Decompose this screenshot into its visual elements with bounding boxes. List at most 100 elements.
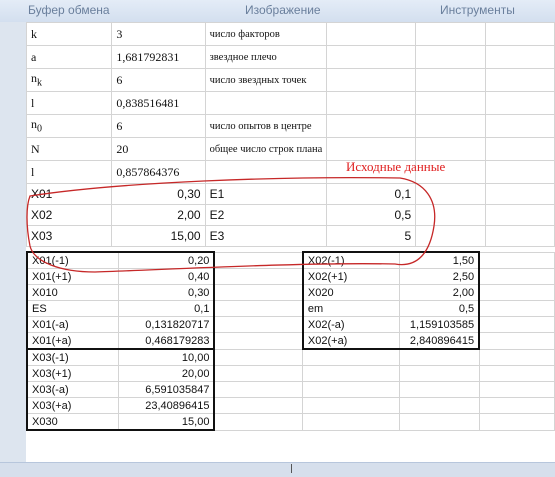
param-name-sub: k [37, 77, 42, 89]
status-marker [291, 464, 292, 473]
left-level-value[interactable]: 0,40 [118, 268, 216, 285]
status-bar [0, 462, 555, 477]
param-row: k 3 число факторов [26, 22, 555, 46]
right-level-label[interactable]: X02(-1) [301, 251, 401, 269]
ribbon-group-image[interactable]: Изображение [245, 3, 321, 17]
right-level-value[interactable]: 0,5 [399, 300, 481, 317]
input-x-value[interactable]: 15,00 [111, 225, 206, 247]
param-value[interactable]: 3 [111, 22, 206, 46]
level-row: X03(+a) 23,40896415 [26, 397, 555, 414]
left-level-label[interactable]: ES [26, 300, 120, 317]
param-desc[interactable]: число звездных точек [204, 68, 328, 92]
left-level-value[interactable]: 10,00 [118, 348, 216, 366]
annotation-label: Исходные данные [346, 159, 446, 174]
left-level-value[interactable]: 23,40896415 [118, 397, 216, 414]
left-level-value[interactable]: 0,1 [118, 300, 216, 317]
level-row: X03(-a) 6,591035847 [26, 381, 555, 398]
param-desc[interactable]: звездное плечо [204, 45, 328, 69]
input-x-value[interactable]: 0,30 [111, 183, 206, 205]
ribbon-group-tools[interactable]: Инструменты [440, 3, 515, 17]
right-level-label[interactable]: em [301, 300, 401, 317]
input-x-label[interactable]: X02 [26, 204, 113, 226]
row-header-strip [0, 22, 27, 462]
input-e-value[interactable]: 0,5 [326, 204, 417, 226]
param-row: N 20 общее число строк плана [26, 137, 555, 161]
input-x-value[interactable]: 2,00 [111, 204, 206, 226]
param-value[interactable]: 0,838516481 [111, 91, 206, 115]
left-level-value[interactable]: 15,00 [118, 413, 216, 431]
left-level-label[interactable]: X03(+1) [26, 365, 120, 382]
param-row: n0 6 число опытов в центре [26, 114, 555, 138]
param-desc[interactable] [204, 160, 328, 184]
input-e-label[interactable]: E3 [204, 225, 328, 247]
left-level-label[interactable]: X01(+a) [26, 332, 120, 350]
right-level-label[interactable]: X02(-a) [301, 316, 401, 333]
left-level-label[interactable]: X01(+1) [26, 268, 120, 285]
input-e-value[interactable]: 0,1 [326, 183, 417, 205]
input-e-label[interactable]: E2 [204, 204, 328, 226]
computed-levels-table: X01(-1) 0,20 X02(-1) 1,50 X01(+1) 0,40 X… [26, 251, 555, 431]
param-row: nk 6 число звездных точек [26, 68, 555, 92]
right-level-value[interactable]: 1,159103585 [399, 316, 481, 333]
param-row: l 0,857864376 [26, 160, 555, 184]
left-level-value[interactable]: 0,30 [118, 284, 216, 301]
param-desc[interactable] [204, 91, 328, 115]
param-desc[interactable]: число опытов в центре [204, 114, 328, 138]
level-row: X03(+1) 20,00 [26, 365, 555, 382]
left-level-label[interactable]: X01(-1) [26, 251, 120, 269]
param-name[interactable]: nk [26, 68, 113, 92]
left-level-value[interactable]: 6,591035847 [118, 381, 216, 398]
left-level-value[interactable]: 0,468179283 [118, 332, 216, 350]
level-row: ES 0,1 em 0,5 [26, 300, 555, 317]
input-e-value[interactable]: 5 [326, 225, 417, 247]
left-level-label[interactable]: X01(-a) [26, 316, 120, 333]
right-level-label[interactable]: X02(+1) [301, 268, 401, 285]
input-x-label[interactable]: X03 [26, 225, 113, 247]
param-name[interactable]: n0 [26, 114, 113, 138]
ribbon-bar: Буфер обмена Изображение Инструменты [0, 0, 555, 23]
right-level-value[interactable]: 2,840896415 [399, 332, 481, 350]
param-desc[interactable]: число факторов [204, 22, 328, 46]
level-row: X01(+a) 0,468179283 X02(+a) 2,840896415 [26, 332, 555, 350]
left-level-value[interactable]: 0,20 [118, 251, 216, 269]
param-value[interactable]: 1,681792831 [111, 45, 206, 69]
param-name[interactable]: a [26, 45, 113, 69]
spreadsheet-grid: k 3 число факторов a 1,681792831 звездно… [26, 22, 555, 462]
param-value[interactable]: 6 [111, 114, 206, 138]
left-level-label[interactable]: X010 [26, 284, 120, 301]
param-name-sub: 0 [37, 123, 42, 135]
right-level-label[interactable]: X02(+a) [301, 332, 401, 350]
param-name[interactable]: l [26, 160, 113, 184]
right-level-value[interactable]: 1,50 [399, 251, 481, 269]
param-value[interactable]: 6 [111, 68, 206, 92]
input-row: X01 0,30 E1 0,1 [26, 183, 555, 205]
param-row: l 0,838516481 [26, 91, 555, 115]
left-level-value[interactable]: 0,131820717 [118, 316, 216, 333]
parameters-table: k 3 число факторов a 1,681792831 звездно… [26, 22, 555, 247]
param-value[interactable]: 20 [111, 137, 206, 161]
param-row: a 1,681792831 звездное плечо [26, 45, 555, 69]
level-row: X010 0,30 X020 2,00 [26, 284, 555, 301]
left-level-label[interactable]: X03(-1) [26, 348, 120, 366]
input-e-label[interactable]: E1 [204, 183, 328, 205]
level-row: X01(+1) 0,40 X02(+1) 2,50 [26, 268, 555, 285]
left-level-value[interactable]: 20,00 [118, 365, 216, 382]
param-name[interactable]: k [26, 22, 113, 46]
param-name[interactable]: N [26, 137, 113, 161]
level-row: X03(-1) 10,00 [26, 348, 555, 366]
right-level-value[interactable]: 2,50 [399, 268, 481, 285]
param-value[interactable]: 0,857864376 [111, 160, 206, 184]
param-desc[interactable]: общее число строк плана [204, 137, 328, 161]
input-row: X02 2,00 E2 0,5 [26, 204, 555, 226]
param-name[interactable]: l [26, 91, 113, 115]
left-level-label[interactable]: X030 [26, 413, 120, 431]
right-level-label[interactable]: X020 [301, 284, 401, 301]
input-row: X03 15,00 E3 5 [26, 225, 555, 247]
level-row: X01(-a) 0,131820717 X02(-a) 1,159103585 [26, 316, 555, 333]
right-level-value[interactable]: 2,00 [399, 284, 481, 301]
left-level-label[interactable]: X03(+a) [26, 397, 120, 414]
level-row: X01(-1) 0,20 X02(-1) 1,50 [26, 251, 555, 269]
ribbon-group-clipboard[interactable]: Буфер обмена [28, 3, 110, 17]
input-x-label[interactable]: X01 [26, 183, 113, 205]
left-level-label[interactable]: X03(-a) [26, 381, 120, 398]
